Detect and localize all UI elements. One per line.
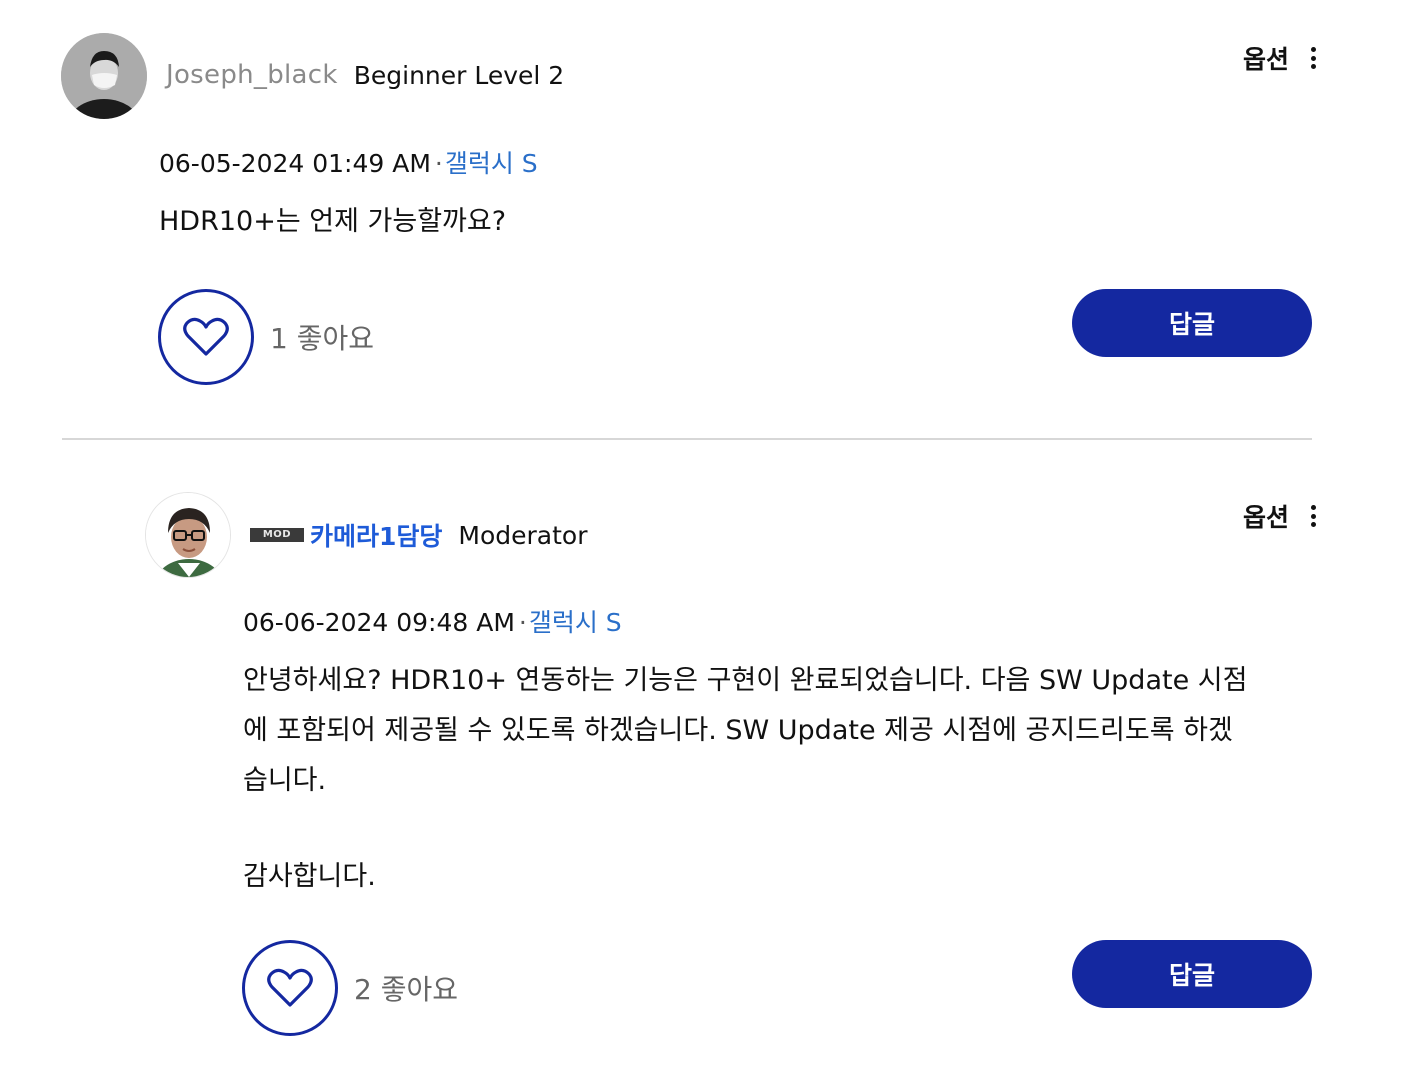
post-meta: 06-05-2024 01:49 AM ·갤럭시 S (159, 144, 538, 180)
reply-button[interactable]: 답글 (1072, 940, 1312, 1008)
avatar[interactable] (61, 33, 147, 119)
board-link[interactable]: 갤럭시 S (445, 149, 538, 178)
username-link[interactable]: 카메라1담당 (310, 517, 442, 553)
like-button[interactable] (242, 940, 338, 1036)
options-menu[interactable]: 옵션 (1243, 40, 1316, 76)
body-line: 에 포함되어 제공될 수 있도록 하겠습니다. SW Update 제공 시점에… (243, 715, 1233, 746)
like-section: 1 좋아요 (158, 289, 374, 385)
like-button[interactable] (158, 289, 254, 385)
options-label[interactable]: 옵션 (1243, 498, 1289, 534)
board-link[interactable]: 갤럭시 S (529, 608, 622, 637)
author-info: MOD 카메라1담당 Moderator (250, 518, 588, 552)
meta-separator: · (434, 149, 443, 178)
like-count: 1 좋아요 (270, 322, 375, 355)
body-line: 안녕하세요? HDR10+ 연동하는 기능은 구현이 완료되었습니다. 다음 S… (243, 665, 1248, 696)
user-rank: Moderator (458, 520, 588, 550)
username-link[interactable]: Joseph_black (166, 60, 338, 90)
post-datetime: 06-05-2024 01:49 AM (159, 149, 431, 178)
moderator-badge: MOD (250, 528, 304, 542)
comment-post: MOD 카메라1담당 Moderator 옵션 06-06-2024 09:48… (0, 440, 1422, 1084)
post-datetime: 06-06-2024 09:48 AM (243, 608, 515, 637)
heart-icon (183, 317, 229, 356)
post-body: HDR10+는 언제 가능할까요? (159, 206, 507, 237)
user-rank: Beginner Level 2 (353, 60, 565, 90)
options-label[interactable]: 옵션 (1243, 40, 1289, 76)
author-info: Joseph_black Beginner Level 2 (166, 58, 564, 92)
like-count: 2 좋아요 (354, 973, 459, 1006)
like-section: 2 좋아요 (242, 940, 458, 1036)
avatar[interactable] (145, 492, 231, 578)
post-body: 안녕하세요? HDR10+ 연동하는 기능은 구현이 완료되었습니다. 다음 S… (243, 656, 1313, 902)
post-meta: 06-06-2024 09:48 AM ·갤럭시 S (243, 603, 622, 639)
heart-icon (267, 968, 313, 1007)
kebab-menu-icon[interactable] (1311, 505, 1316, 527)
body-line: 습니다. (243, 765, 327, 796)
options-menu[interactable]: 옵션 (1243, 498, 1316, 534)
kebab-menu-icon[interactable] (1311, 47, 1316, 69)
reply-button[interactable]: 답글 (1072, 289, 1312, 357)
meta-separator: · (518, 608, 527, 637)
comment-post: Joseph_black Beginner Level 2 옵션 06-05-2… (0, 0, 1422, 440)
body-closing: 감사합니다. (243, 861, 376, 892)
